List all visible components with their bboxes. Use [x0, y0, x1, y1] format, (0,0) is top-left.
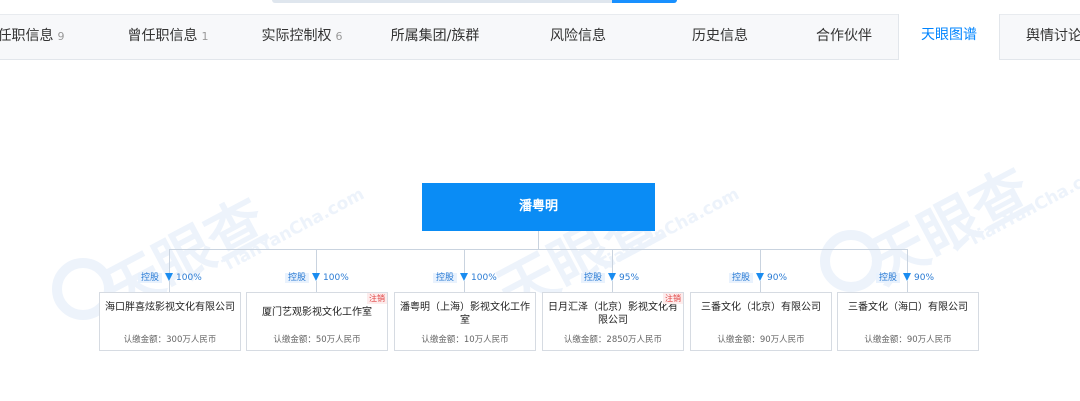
cancelled-badge: 注销	[367, 293, 387, 304]
tab-risk[interactable]: 风险信息	[528, 15, 628, 60]
company-node[interactable]: 潘粤明（上海）影视文化工作室 认缴金额：10万人民币	[394, 292, 536, 351]
tab-former-positions[interactable]: 曾任职信息 1	[118, 15, 218, 60]
subscribed-amount: 认缴金额：90万人民币	[864, 335, 952, 345]
root-node[interactable]: 潘粤明	[422, 183, 655, 231]
company-node[interactable]: 海口胖喜炫影视文化有限公司 认缴金额：300万人民币	[99, 292, 241, 351]
relation-label: 控股 100%	[285, 270, 349, 283]
tab-bar: 任职信息 9 曾任职信息 1 实际控制权 6 所属集团/族群 风险信息 历史信息 合作…	[0, 14, 1080, 61]
tab-label: 任职信息	[0, 28, 54, 44]
company-node[interactable]: 注销 日月汇泽（北京）影视文化有限公司 认缴金额：2850万人民币	[542, 292, 684, 351]
relation-label: 控股 100%	[138, 270, 202, 283]
company-node[interactable]: 注销 厦门艺观影视文化工作室 认缴金额：50万人民币	[246, 292, 388, 351]
tab-partners[interactable]: 合作伙伴	[794, 15, 894, 60]
subscribed-amount: 认缴金额：300万人民币	[123, 335, 217, 345]
search-button[interactable]	[612, 0, 677, 3]
relation-label: 控股 90%	[729, 270, 787, 283]
relation-kind: 控股	[433, 273, 458, 283]
relation-label: 控股 90%	[876, 270, 934, 283]
tab-label: 合作伙伴	[816, 28, 872, 44]
relation-kind: 控股	[138, 273, 163, 283]
tab-sentiment[interactable]: 舆情讨论	[1004, 15, 1080, 60]
tab-label: 舆情讨论	[1026, 28, 1080, 44]
connector-line	[538, 231, 539, 250]
relation-percent: 100%	[471, 273, 497, 283]
relation-percent: 100%	[323, 273, 349, 283]
tab-history[interactable]: 历史信息	[670, 15, 770, 60]
company-name: 三番文化（北京）有限公司	[701, 302, 821, 313]
relation-percent: 90%	[767, 273, 788, 283]
tab-label: 风险信息	[550, 28, 606, 44]
tab-label: 曾任职信息	[127, 28, 198, 44]
relation-percent: 100%	[176, 273, 202, 283]
company-name: 海口胖喜炫影视文化有限公司	[105, 302, 235, 313]
tab-label: 天眼图谱	[921, 27, 977, 43]
subscribed-amount: 认缴金额：50万人民币	[273, 335, 361, 345]
tab-count: 9	[57, 30, 65, 43]
company-name: 厦门艺观影视文化工作室	[262, 307, 372, 318]
relation-percent: 90%	[914, 273, 935, 283]
tab-count: 1	[201, 30, 209, 43]
connector-line	[169, 249, 908, 250]
tab-group[interactable]: 所属集团/族群	[380, 15, 490, 60]
company-name: 潘粤明（上海）影视文化工作室	[400, 302, 530, 326]
equity-graph: 天眼查 TianYanCha.com 天眼查 TianYanCha.com 天眼…	[0, 60, 1080, 401]
subscribed-amount: 认缴金额：90万人民币	[717, 335, 805, 345]
relation-percent: 95%	[619, 273, 640, 283]
tab-label: 历史信息	[692, 28, 748, 44]
subscribed-amount: 认缴金额：10万人民币	[421, 335, 509, 345]
company-node[interactable]: 三番文化（海口）有限公司 认缴金额：90万人民币	[837, 292, 979, 351]
tab-graph[interactable]: 天眼图谱	[898, 14, 1000, 61]
tab-label: 所属集团/族群	[390, 28, 480, 44]
tab-count: 6	[335, 30, 343, 43]
tab-current-positions[interactable]: 任职信息 9	[0, 15, 74, 60]
relation-label: 控股 100%	[433, 270, 497, 283]
tab-label: 实际控制权	[261, 28, 332, 44]
tab-actual-control[interactable]: 实际控制权 6	[252, 15, 352, 60]
subscribed-amount: 认缴金额：2850万人民币	[563, 335, 663, 345]
relation-kind: 控股	[285, 273, 310, 283]
relation-kind: 控股	[876, 273, 901, 283]
company-name: 日月汇泽（北京）影视文化有限公司	[548, 302, 678, 326]
relation-label: 控股 95%	[581, 270, 639, 283]
company-name: 三番文化（海口）有限公司	[848, 302, 968, 313]
cancelled-badge: 注销	[663, 293, 683, 304]
company-node[interactable]: 三番文化（北京）有限公司 认缴金额：90万人民币	[690, 292, 832, 351]
top-strip	[0, 0, 1080, 14]
relation-kind: 控股	[729, 273, 754, 283]
relation-kind: 控股	[581, 273, 606, 283]
